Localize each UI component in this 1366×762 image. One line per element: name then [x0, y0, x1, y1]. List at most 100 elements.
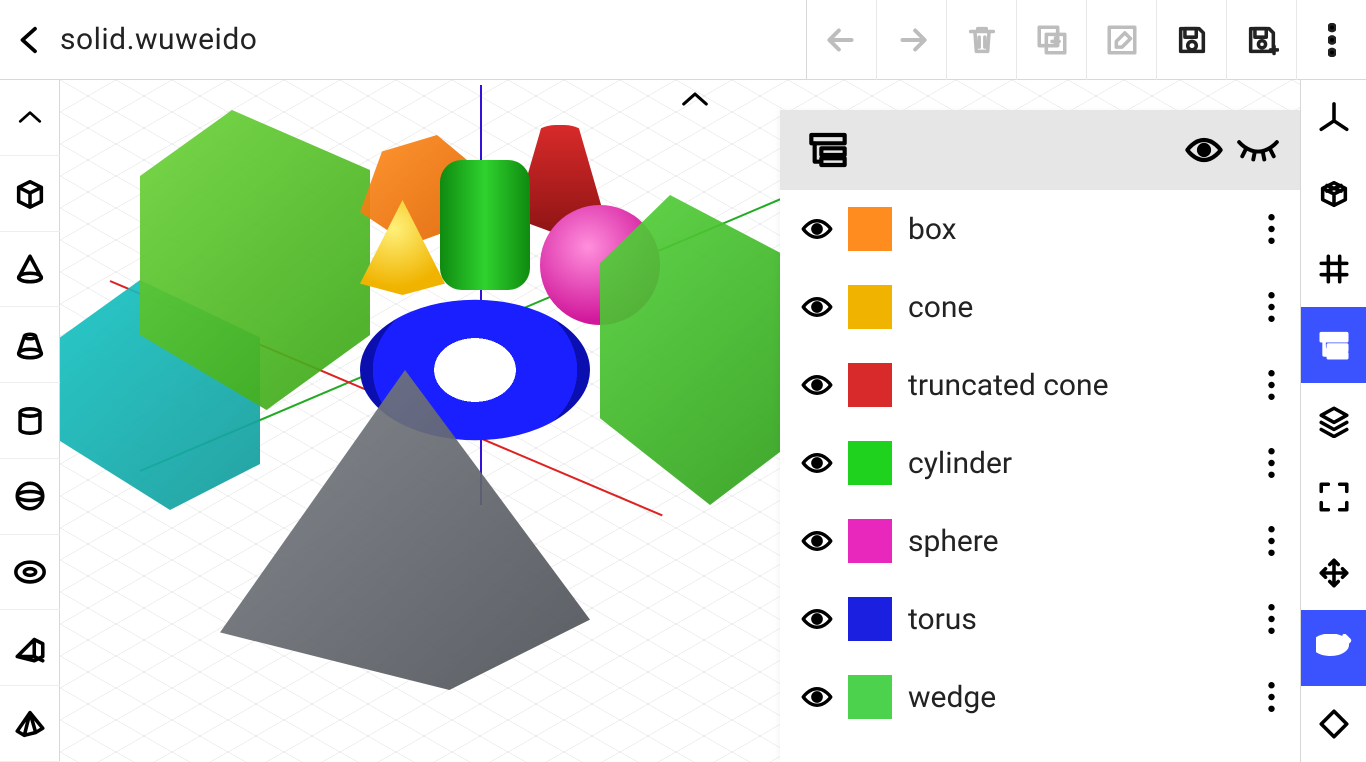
scene-item-cylinder[interactable]: cylinder [780, 424, 1300, 502]
eye-open-icon [800, 452, 834, 474]
grid-icon [1317, 252, 1351, 286]
fit-view-button[interactable] [1301, 459, 1366, 535]
chevron-up-icon [17, 108, 43, 126]
visibility-toggle[interactable] [794, 218, 840, 240]
scene-tree-header [780, 110, 1300, 190]
pyramid-tool-button[interactable] [0, 686, 60, 762]
scene-item-label: torus [908, 602, 1256, 637]
save-as-button[interactable] [1226, 0, 1296, 80]
orbit-tool-button[interactable] [1301, 610, 1366, 686]
eye-open-icon [800, 374, 834, 396]
cylinder-icon [13, 404, 47, 438]
orbit-icon [1316, 634, 1352, 662]
color-swatch [848, 597, 892, 641]
file-title: solid.wuweido [60, 22, 257, 57]
grid-toggle-button[interactable] [1301, 232, 1366, 308]
tree-panel-icon [1317, 328, 1351, 362]
torus-tool-button[interactable] [0, 535, 60, 611]
shape-cylinder-green[interactable] [440, 160, 530, 290]
color-swatch [848, 363, 892, 407]
cone-icon [13, 252, 47, 286]
hide-all-button[interactable] [1234, 126, 1282, 174]
visibility-toggle[interactable] [794, 686, 840, 708]
eye-open-icon [1184, 136, 1224, 164]
sphere-icon [13, 479, 47, 513]
scene-item-torus[interactable]: torus [780, 580, 1300, 658]
item-more-button[interactable] [1256, 370, 1286, 400]
sphere-tool-button[interactable] [0, 459, 60, 535]
move-tool-button[interactable] [1301, 535, 1366, 611]
visibility-toggle[interactable] [794, 530, 840, 552]
left-toolbar [0, 80, 60, 762]
wedge-tool-button[interactable] [0, 610, 60, 686]
visibility-toggle[interactable] [794, 296, 840, 318]
truncated-cone-tool-button[interactable] [0, 307, 60, 383]
visibility-toggle[interactable] [794, 452, 840, 474]
back-button[interactable] [10, 20, 50, 60]
scene-item-label: cone [908, 290, 1256, 325]
color-swatch [848, 519, 892, 563]
more-vertical-icon [1268, 292, 1275, 322]
cube-icon [13, 176, 47, 210]
eye-open-icon [800, 530, 834, 552]
save-icon [1175, 23, 1209, 57]
duplicate-button[interactable] [1016, 0, 1086, 80]
cone-tool-button[interactable] [0, 232, 60, 308]
tree-root-icon[interactable] [804, 126, 852, 174]
wireframe-view-button[interactable] [1301, 156, 1366, 232]
eye-open-icon [800, 296, 834, 318]
shape-wedge-green-2[interactable] [600, 195, 800, 505]
save-plus-icon [1245, 23, 1279, 57]
color-swatch [848, 441, 892, 485]
scene-tree-panel: box cone truncated conecylinder sphere torus… [780, 110, 1300, 762]
arrow-left-icon [823, 21, 861, 59]
scene-item-label: sphere [908, 524, 1256, 559]
panel-collapse-handle[interactable] [680, 90, 710, 112]
collapse-up-button[interactable] [0, 80, 60, 156]
right-toolbar [1300, 80, 1366, 762]
eye-closed-icon [1236, 137, 1280, 163]
truncated-cone-icon [13, 328, 47, 362]
scene-item-cone[interactable]: cone [780, 268, 1300, 346]
color-swatch [848, 675, 892, 719]
scene-item-box[interactable]: box [780, 190, 1300, 268]
torus-icon [13, 559, 47, 585]
visibility-toggle[interactable] [794, 608, 840, 630]
layers-button[interactable] [1301, 383, 1366, 459]
axes-icon [1317, 101, 1351, 135]
rotate-tool-button[interactable] [1301, 686, 1366, 762]
color-swatch [848, 207, 892, 251]
more-button[interactable] [1296, 0, 1366, 80]
more-vertical-icon [1268, 682, 1275, 712]
axis-y [480, 85, 482, 505]
item-more-button[interactable] [1256, 448, 1286, 478]
delete-button[interactable] [946, 0, 1016, 80]
pyramid-icon [13, 709, 47, 739]
scene-tree-button[interactable] [1301, 307, 1366, 383]
item-more-button[interactable] [1256, 292, 1286, 322]
item-more-button[interactable] [1256, 214, 1286, 244]
scene-item-label: wedge [908, 680, 1256, 715]
axes-view-button[interactable] [1301, 80, 1366, 156]
arrow-right-icon [893, 21, 931, 59]
item-more-button[interactable] [1256, 682, 1286, 712]
scene-item-sphere[interactable]: sphere [780, 502, 1300, 580]
cylinder-tool-button[interactable] [0, 383, 60, 459]
edit-icon [1105, 23, 1139, 57]
redo-button[interactable] [876, 0, 946, 80]
visibility-toggle[interactable] [794, 374, 840, 396]
copy-icon [1035, 23, 1069, 57]
eye-open-icon [800, 608, 834, 630]
color-swatch [848, 285, 892, 329]
undo-button[interactable] [806, 0, 876, 80]
save-button[interactable] [1156, 0, 1226, 80]
item-more-button[interactable] [1256, 526, 1286, 556]
scene-item-truncated-cone[interactable]: truncated cone [780, 346, 1300, 424]
scene-item-wedge[interactable]: wedge [780, 658, 1300, 736]
show-all-button[interactable] [1180, 126, 1228, 174]
eye-open-icon [800, 686, 834, 708]
edit-button[interactable] [1086, 0, 1156, 80]
box-tool-button[interactable] [0, 156, 60, 232]
item-more-button[interactable] [1256, 604, 1286, 634]
chevron-up-icon [680, 90, 710, 108]
